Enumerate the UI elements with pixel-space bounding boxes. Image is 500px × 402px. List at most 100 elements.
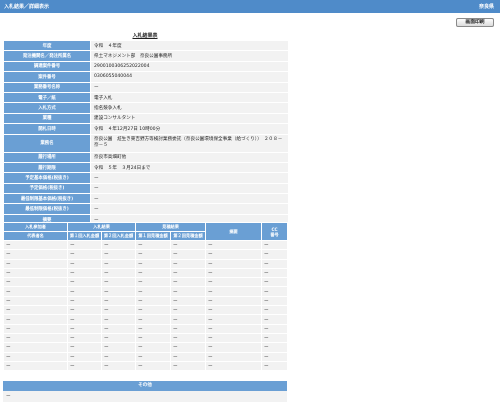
table-cell: ー xyxy=(3,295,68,307)
col-bid-1: 第１回入札金額 xyxy=(67,231,102,241)
table-row: ーーーーーーー xyxy=(3,351,289,362)
table-cell: ー xyxy=(205,258,263,269)
table-cell: ー xyxy=(205,305,263,316)
table-cell: ー xyxy=(100,305,137,316)
table-row: ーーーーーーー xyxy=(3,305,289,316)
detail-value: ー xyxy=(90,203,289,215)
table-cell: ー xyxy=(170,295,207,307)
other-section-value: ー xyxy=(3,391,287,402)
table-cell: ー xyxy=(67,305,102,316)
table-cell: ー xyxy=(135,314,172,325)
detail-label: 最低制限基本価格(税抜き) xyxy=(3,193,91,205)
table-cell: ー xyxy=(67,323,102,334)
table-cell: ー xyxy=(261,239,289,251)
table-cell: ー xyxy=(261,332,289,344)
table-cell: ー xyxy=(67,249,102,260)
table-cell: ー xyxy=(100,239,137,251)
detail-value: ー xyxy=(90,81,289,93)
detail-label: 案件番号 xyxy=(3,71,91,83)
detail-label: 調達案件番号 xyxy=(3,60,91,73)
table-cell: ー xyxy=(261,267,289,279)
table-cell: ー xyxy=(261,258,289,269)
table-cell: ー xyxy=(135,286,172,297)
detail-row: 開札日時 令和 ４年12月27日 10時00分 xyxy=(3,123,289,135)
table-row: ーーーーーーー xyxy=(3,239,289,251)
title-bar: 入札結果／詳細表示 奈良県 xyxy=(0,0,500,13)
table-cell: ー xyxy=(3,286,68,297)
col-bid-2: 第２回入札金額 xyxy=(100,231,137,241)
detail-row: 調達案件番号 2900100306252022004 xyxy=(3,60,289,73)
table-cell: ー xyxy=(3,305,68,316)
print-screen-button[interactable]: 画面印刷 xyxy=(456,18,494,27)
table-cell: ー xyxy=(135,239,172,251)
detail-value: 奈良市高畑町他 xyxy=(90,151,289,163)
detail-value: 令和 ４年度 xyxy=(90,39,289,52)
table-cell: ー xyxy=(170,249,207,260)
table-cell: ー xyxy=(67,314,102,325)
table-row: ーーーーーーー xyxy=(3,295,289,307)
user-name: 奈良県 xyxy=(478,4,494,10)
table-cell: ー xyxy=(170,277,207,288)
table-cell: ー xyxy=(261,286,289,297)
detail-row: 最低制限価格(税抜き) ー xyxy=(3,203,289,215)
section-title: 入札結果表 xyxy=(132,33,158,39)
detail-value: 指名競争入札 xyxy=(90,102,289,114)
detail-row: 業務名 奈良公園 ㍽生き東吉野方等検討業務委託（奈良公園環境保全事業（給づくり））… xyxy=(3,133,289,153)
table-cell: ー xyxy=(170,342,207,353)
detail-label: 開札日時 xyxy=(3,123,91,135)
table-cell: ー xyxy=(135,332,172,344)
table-cell: ー xyxy=(100,295,137,307)
table-cell: ー xyxy=(135,267,172,279)
table-cell: ー xyxy=(100,249,137,260)
table-cell: ー xyxy=(170,267,207,279)
table-cell: ー xyxy=(100,351,137,362)
other-section-heading: その他 xyxy=(3,381,287,391)
detail-label: 業種 xyxy=(3,112,91,125)
detail-value: ー xyxy=(90,193,289,205)
detail-label: 年度 xyxy=(3,39,91,52)
detail-value: 建設コンサルタント xyxy=(90,112,289,125)
table-row: ーーーーーーー xyxy=(3,258,289,269)
detail-row: 履行期限 令和 ５年 ３月24日まで xyxy=(3,161,289,174)
detail-label: 業務番号名称 xyxy=(3,81,91,93)
table-cell: ー xyxy=(205,239,263,251)
table-cell: ー xyxy=(3,323,68,334)
col-cc-number: CC 番号 xyxy=(261,222,289,241)
detail-row: 発注機関名／発注所属名 県土マネジメント部 奈良公園事務所 xyxy=(3,50,289,62)
detail-row: 年度 令和 ４年度 xyxy=(3,39,289,52)
table-cell: ー xyxy=(3,249,68,260)
detail-row: 業務番号名称ー xyxy=(3,81,289,93)
col-remarks: 摘要 xyxy=(205,222,263,241)
table-cell: ー xyxy=(170,323,207,334)
table-cell: ー xyxy=(261,277,289,288)
table-cell: ー xyxy=(135,342,172,353)
table-row: ーーーーーーー xyxy=(3,314,289,325)
table-cell: ー xyxy=(135,295,172,307)
detail-table: 年度 令和 ４年度 発注機関名／発注所属名 県土マネジメント部 奈良公園事務所 調達案件… xyxy=(3,39,289,226)
col-estimate-1: 第１回見積金額 xyxy=(135,231,172,241)
detail-row: 案件番号 0306055040044 xyxy=(3,71,289,83)
table-cell: ー xyxy=(135,249,172,260)
table-cell: ー xyxy=(170,351,207,362)
table-cell: ー xyxy=(205,351,263,362)
detail-row: 履行場所 奈良市高畑町他 xyxy=(3,151,289,163)
table-cell: ー xyxy=(205,332,263,344)
table-cell: ー xyxy=(67,295,102,307)
detail-label: 履行場所 xyxy=(3,151,91,163)
detail-value: 令和 ４年12月27日 10時00分 xyxy=(90,123,289,135)
detail-row: 予定基本価格(税抜き) ー xyxy=(3,172,289,184)
table-cell: ー xyxy=(100,323,137,334)
table-cell: ー xyxy=(261,314,289,325)
table-cell: ー xyxy=(205,323,263,334)
col-representative: 代表者名 xyxy=(3,231,68,241)
col-group-estimate-result: 見積結果 xyxy=(135,222,207,232)
table-cell: ー xyxy=(100,360,137,372)
col-estimate-2: 第２回見積金額 xyxy=(170,231,207,241)
detail-value: ー xyxy=(90,182,289,195)
table-cell: ー xyxy=(170,314,207,325)
detail-value: 2900100306252022004 xyxy=(90,60,289,73)
detail-value: 電子入札 xyxy=(90,91,289,104)
table-row: ーーーーーーー xyxy=(3,332,289,344)
table-cell: ー xyxy=(100,286,137,297)
table-cell: ー xyxy=(261,351,289,362)
